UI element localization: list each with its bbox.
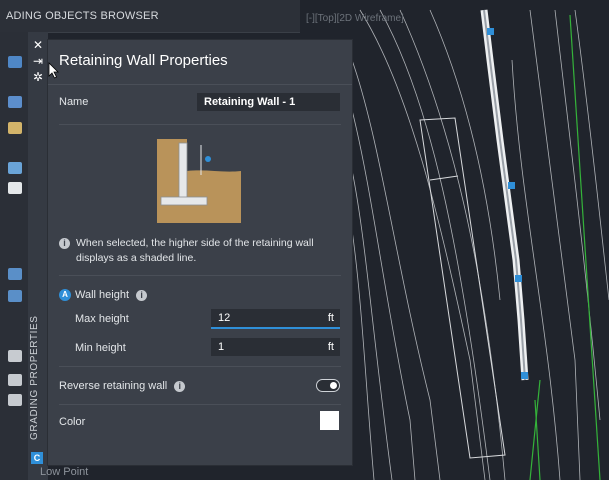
reverse-retaining-wall-label: Reverse retaining wall — [59, 380, 168, 392]
browser-title: ADING OBJECTS BROWSER — [6, 10, 159, 22]
viewcube-label[interactable]: [-][Top][2D Wireframe] — [306, 13, 404, 24]
panel-title: Retaining Wall Properties — [59, 52, 228, 69]
grading-properties-tab[interactable]: GRADING PROPERTIES — [29, 315, 40, 440]
color-label: Color — [59, 416, 86, 428]
grip-handle[interactable] — [487, 28, 494, 35]
wall-height-header: A Wall height i — [59, 289, 148, 302]
divider — [59, 124, 341, 125]
grip-handle[interactable] — [521, 372, 528, 379]
home-icon[interactable] — [8, 290, 22, 302]
divider — [59, 366, 341, 367]
min-height-unit: ft — [327, 341, 334, 353]
reverse-retaining-wall-row: Reverse retaining wall i — [59, 380, 186, 392]
mouse-cursor-icon — [48, 62, 59, 79]
divider — [59, 404, 341, 405]
min-height-label: Min height — [75, 342, 126, 354]
retaining-wall-properties-panel: Retaining Wall Properties Name Retaining… — [48, 40, 352, 465]
retaining-wall-diagram — [157, 139, 241, 223]
info-icon[interactable]: i — [136, 289, 148, 301]
min-height-input[interactable]: 1 ft — [211, 338, 340, 356]
hint-text: i When selected, the higher side of the … — [59, 236, 349, 266]
info-icon: i — [59, 238, 70, 249]
tool-icon[interactable] — [8, 350, 22, 362]
civil-badge: C — [31, 452, 43, 464]
color-swatch[interactable] — [320, 411, 339, 430]
grip-handle[interactable] — [515, 275, 522, 282]
reverse-retaining-wall-toggle[interactable] — [316, 379, 340, 392]
layer-icon[interactable] — [8, 56, 22, 68]
pad-icon[interactable] — [8, 162, 22, 174]
toggle-knob — [330, 382, 337, 389]
name-label: Name — [59, 96, 89, 108]
low-point-label: Low Point — [40, 466, 89, 478]
surface-icon[interactable] — [8, 96, 22, 108]
wall-height-badge: A — [59, 289, 71, 302]
tool-icon[interactable] — [8, 374, 22, 386]
grading-icon[interactable] — [8, 122, 22, 134]
max-height-value: 12 — [218, 312, 231, 324]
divider — [48, 84, 352, 85]
name-field[interactable]: Retaining Wall - 1 — [197, 93, 340, 111]
wall-height-label: Wall height — [75, 289, 130, 301]
tool-icon[interactable] — [8, 394, 22, 406]
home-icon[interactable] — [8, 268, 22, 280]
focus-underline — [211, 327, 340, 329]
min-height-value: 1 — [218, 341, 225, 353]
gear-icon[interactable]: ✲ — [31, 70, 45, 84]
pin-icon[interactable]: ⇥ — [31, 54, 45, 68]
close-icon[interactable]: ✕ — [31, 38, 45, 52]
max-height-input[interactable]: 12 ft — [211, 309, 340, 327]
info-icon[interactable]: i — [174, 380, 186, 392]
shape-icon[interactable] — [8, 182, 22, 194]
max-height-label: Max height — [75, 313, 129, 325]
max-height-unit: ft — [327, 312, 334, 324]
browser-header: ADING OBJECTS BROWSER — [0, 0, 300, 33]
grip-handle[interactable] — [508, 182, 515, 189]
left-toolbar — [0, 32, 28, 480]
divider — [59, 275, 341, 276]
